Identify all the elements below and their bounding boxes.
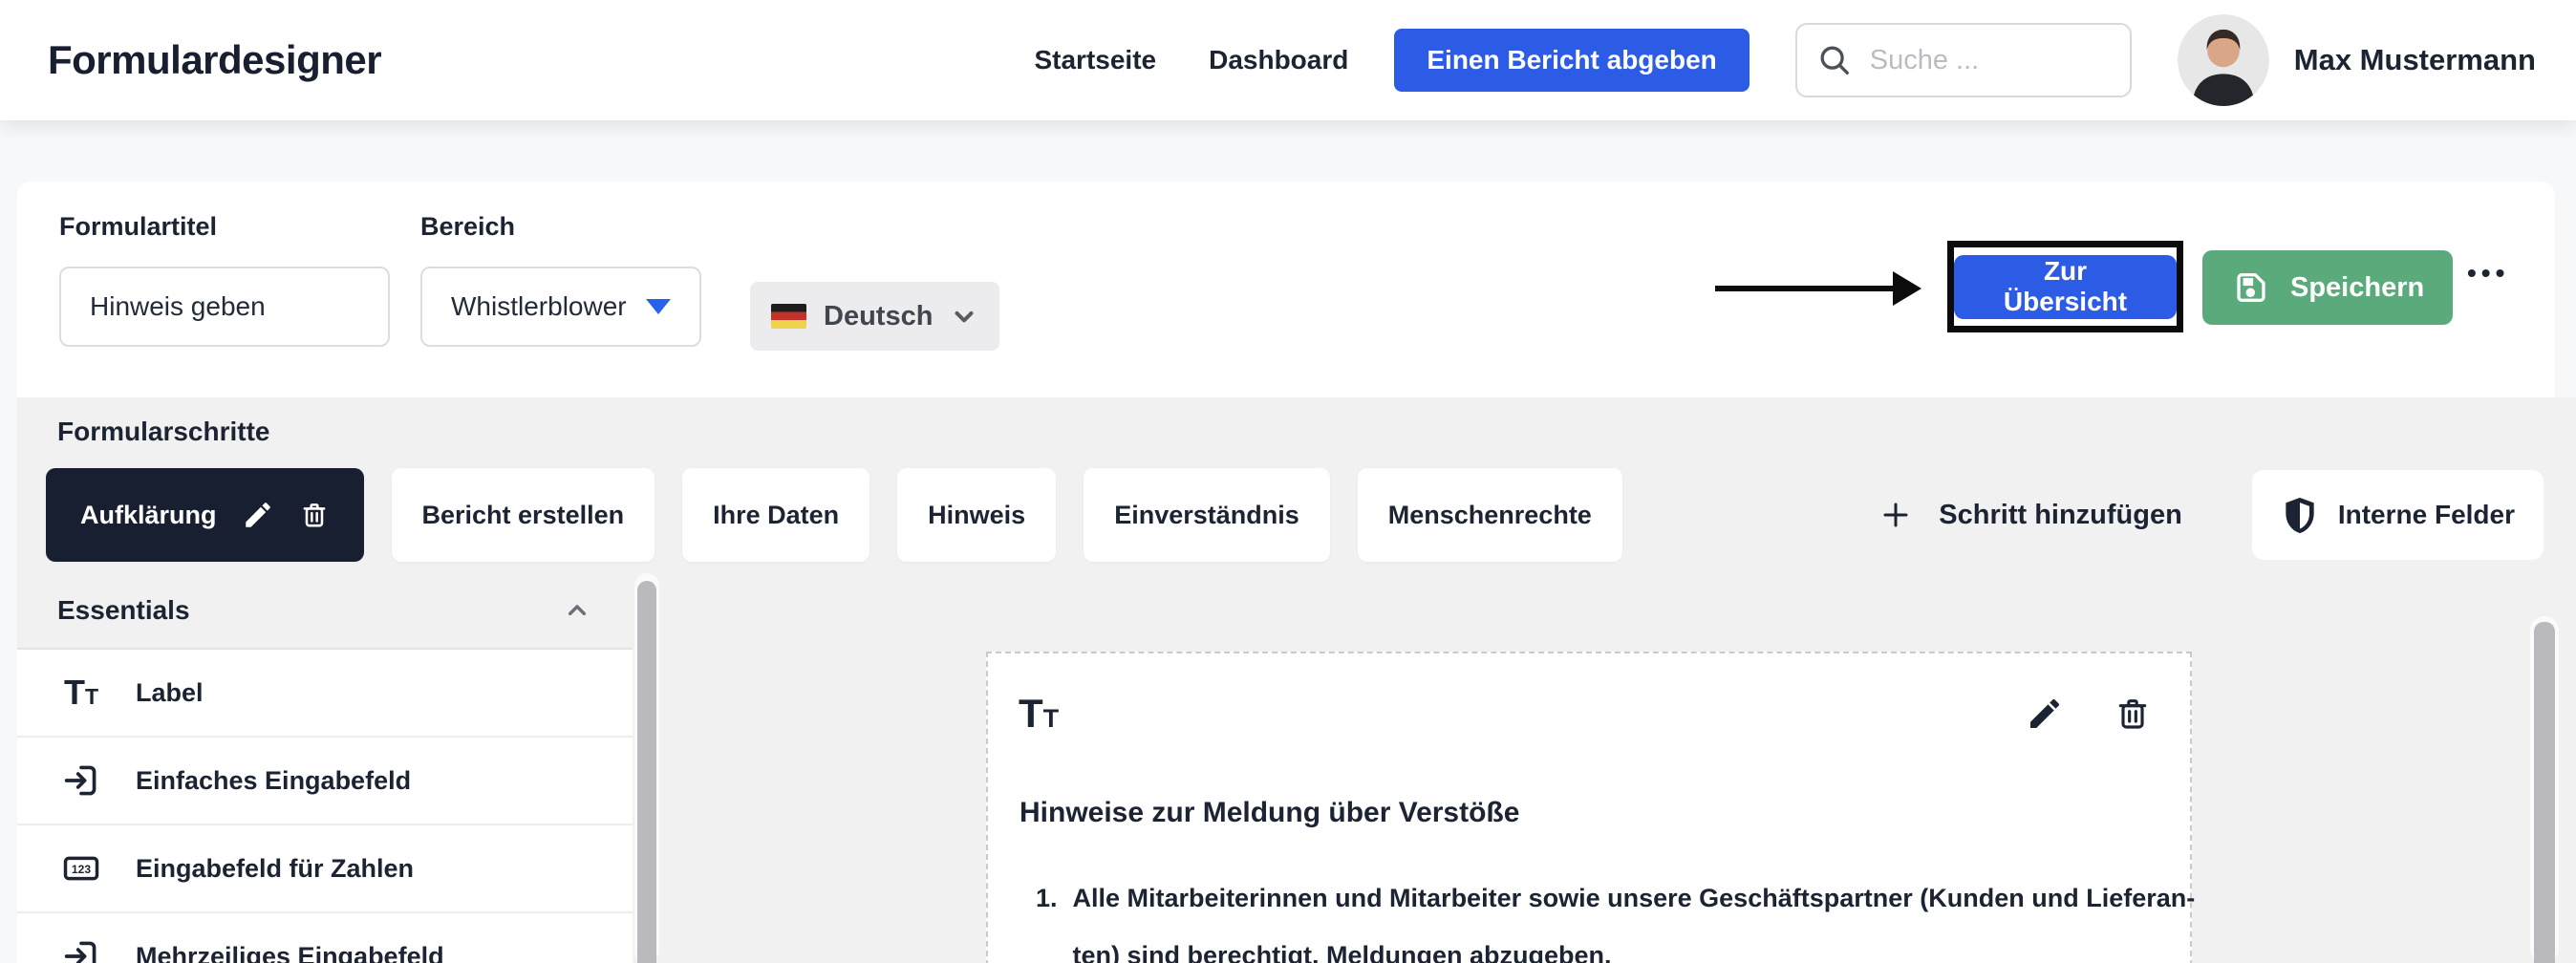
block-actions: [2026, 695, 2152, 733]
add-step-button[interactable]: Schritt hinzufügen: [1878, 497, 2182, 533]
block-heading: Hinweise zur Meldung über Verstöße: [1020, 797, 1520, 828]
overview-button[interactable]: Zur Übersicht: [1954, 254, 2177, 319]
plus-icon: [1878, 497, 1914, 533]
block-list-item: 1. Alle Mitarbeiterinnen und Mitarbeiter…: [1036, 869, 2195, 963]
area-field: Bereich Whistlerblower: [420, 212, 701, 347]
language-selector[interactable]: Deutsch: [750, 282, 1000, 351]
palette-group-label: Essentials: [57, 595, 190, 625]
step-tab-aufklaerung[interactable]: Aufklärung: [46, 468, 364, 562]
more-menu-button[interactable]: •••: [2467, 258, 2509, 289]
avatar[interactable]: [2177, 14, 2269, 106]
number-input-icon: 123: [59, 847, 103, 889]
multiline-input-icon: [59, 935, 103, 963]
step-tab-einverstaendnis[interactable]: Einverständnis: [1084, 468, 1330, 562]
language-value: Deutsch: [824, 300, 934, 332]
list-text: Alle Mitarbeiterinnen und Mitarbeiter so…: [1072, 884, 2196, 963]
text-label-icon: TT: [63, 673, 99, 712]
submit-report-button[interactable]: Einen Bericht abgeben: [1394, 29, 1750, 92]
app-header: Formulardesigner Startseite Dashboard Ei…: [0, 0, 2576, 120]
search-icon: [1816, 42, 1853, 78]
step-tab-bericht-erstellen[interactable]: Bericht erstellen: [391, 468, 655, 562]
board-scrollbar: [2530, 616, 2559, 963]
area-label: Bereich: [420, 212, 516, 241]
internal-fields-button[interactable]: Interne Felder: [2251, 470, 2544, 560]
header-right: Startseite Dashboard Einen Bericht abgeb…: [1034, 14, 2536, 106]
step-tab-ihre-daten[interactable]: Ihre Daten: [682, 468, 870, 562]
form-title-label: Formulartitel: [59, 212, 218, 241]
palette-item-text: Label: [136, 677, 204, 707]
palette-item-number-input[interactable]: 123 Eingabefeld für Zahlen: [17, 825, 633, 913]
step-tab-hinweis[interactable]: Hinweis: [897, 468, 1057, 562]
palette-scrollbar-thumb[interactable]: [637, 581, 656, 963]
board-scrollbar-thumb[interactable]: [2534, 622, 2555, 963]
delete-step-icon[interactable]: [299, 500, 330, 530]
search-box[interactable]: [1794, 23, 2132, 97]
search-input[interactable]: [1869, 44, 2111, 76]
step-tab-menschenrechte[interactable]: Menschenrechte: [1357, 468, 1622, 562]
app-title: Formulardesigner: [48, 37, 382, 82]
single-input-icon: [59, 760, 103, 802]
palette-item-multiline-input[interactable]: Mehrzeiliges Eingabefeld: [17, 913, 633, 963]
form-steps-board: Formularschritte Aufklärung Bericht erst…: [17, 397, 2576, 963]
palette-item-text: Einfaches Eingabefeld: [136, 765, 412, 795]
svg-text:123: 123: [72, 863, 91, 876]
steps-tabs-row: Aufklärung Bericht erstellen Ihre Daten …: [46, 468, 2544, 562]
shield-icon: [2281, 496, 2319, 534]
edit-step-icon[interactable]: [242, 499, 274, 531]
add-step-label: Schritt hinzufügen: [1939, 499, 2182, 530]
block-toolbar: TT: [1019, 694, 2152, 734]
nav-startseite[interactable]: Startseite: [1034, 45, 1156, 75]
user-name[interactable]: Max Mustermann: [2294, 43, 2536, 77]
form-meta-card: Formulartitel Hinweis geben Bereich Whis…: [17, 182, 2555, 397]
delete-block-icon[interactable]: [2114, 695, 2152, 733]
palette-item-label[interactable]: TT Label: [17, 650, 633, 738]
palette-item-text: Eingabefeld für Zahlen: [136, 853, 415, 883]
save-button-label: Speichern: [2290, 271, 2425, 303]
palette-scrollbar: [634, 573, 659, 963]
annotation-arrow-icon: [1715, 271, 1921, 306]
list-number: 1.: [1036, 884, 1058, 912]
chevron-down-icon: [950, 302, 978, 331]
canvas-label-block[interactable]: TT Hinweise zur Meldung über Verstöße 1.…: [986, 652, 2195, 963]
area-value: Whistlerblower: [451, 291, 627, 321]
form-title-field: Formulartitel Hinweis geben: [59, 212, 390, 347]
edit-block-icon[interactable]: [2026, 695, 2064, 733]
element-palette: Essentials TT Label Einfaches Eingabefel…: [17, 573, 633, 963]
text-label-icon: TT: [1019, 691, 1060, 736]
save-button[interactable]: Speichern: [2202, 250, 2454, 325]
germany-flag-icon: [771, 304, 806, 329]
palette-item-text: Mehrzeiliges Eingabefeld: [136, 941, 444, 963]
nav-dashboard[interactable]: Dashboard: [1209, 45, 1348, 75]
chevron-up-icon: [562, 595, 592, 626]
save-icon: [2231, 268, 2271, 308]
annotation-highlight-box: Zur Übersicht: [1947, 241, 2183, 332]
form-title-value: Hinweis geben: [90, 291, 266, 321]
area-select[interactable]: Whistlerblower: [420, 267, 701, 347]
palette-item-simple-input[interactable]: Einfaches Eingabefeld: [17, 738, 633, 825]
internal-fields-label: Interne Felder: [2337, 500, 2515, 529]
form-title-input[interactable]: Hinweis geben: [59, 267, 390, 347]
form-steps-label: Formularschritte: [57, 417, 270, 446]
palette-group-essentials[interactable]: Essentials: [17, 573, 633, 650]
caret-down-icon: [646, 299, 671, 314]
active-step-label: Aufklärung: [80, 500, 217, 529]
